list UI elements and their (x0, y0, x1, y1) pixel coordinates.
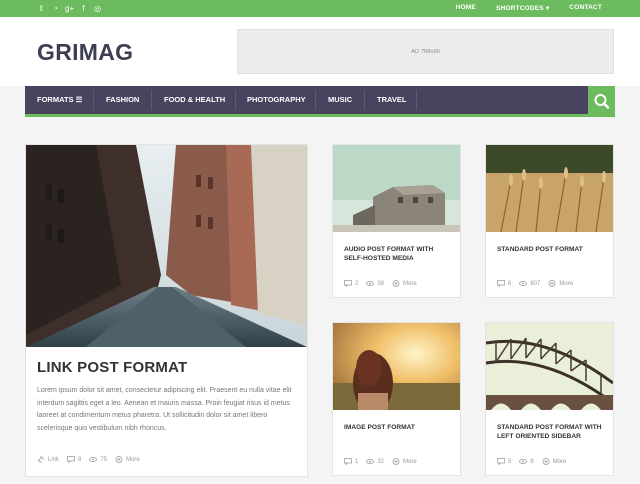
comment-count: 5 (508, 459, 512, 466)
top-nav-shortcodes[interactable]: SHORTCODES ▾ (496, 4, 549, 12)
top-nav: HOME SHORTCODES ▾ CONTACT (456, 4, 602, 12)
nav-item-music[interactable]: MUSIC (328, 86, 352, 114)
post-meta: 2 38 More (344, 280, 417, 288)
featured-post-title[interactable]: LINK POST FORMAT (37, 359, 187, 376)
post-title[interactable]: STANDARD POST FORMAT (497, 245, 605, 254)
featured-post-excerpt: Lorem ipsum dolor sit amet, consectetur … (37, 387, 292, 432)
view-count: 607 (530, 281, 541, 288)
more-link[interactable]: More (403, 459, 417, 465)
site-header: GRIMAG AD 768x90 (0, 17, 640, 86)
top-nav-home[interactable]: HOME (456, 4, 476, 12)
post-card[interactable]: STANDARD POST FORMAT 6 607 More (485, 144, 614, 298)
view-count: 32 (377, 459, 385, 466)
plus-circle-icon (392, 458, 400, 465)
eye-icon (519, 280, 528, 287)
nav-item-photography[interactable]: PHOTOGRAPHY (247, 86, 306, 114)
nav-divider (416, 90, 417, 110)
eye-icon (519, 458, 528, 465)
featured-post-meta: Link 8 75 More (37, 456, 140, 464)
more-link[interactable]: More (553, 459, 567, 465)
featured-post-card[interactable]: LINK POST FORMAT Lorem ipsum dolor sit a… (25, 144, 308, 477)
eye-icon (366, 280, 375, 287)
nav-item-travel[interactable]: TRAVEL (377, 86, 406, 114)
instagram-icon[interactable]: ◎ (93, 3, 102, 14)
featured-post-image[interactable] (26, 145, 307, 347)
search-icon (594, 94, 610, 109)
eye-icon (366, 458, 375, 465)
post-image-bridge[interactable] (486, 323, 613, 410)
ad-banner[interactable]: AD 768x90 (237, 29, 614, 74)
plus-circle-icon (542, 458, 550, 465)
post-title[interactable]: IMAGE POST FORMAT (344, 423, 452, 432)
post-card[interactable]: STANDARD POST FORMAT WITH LEFT ORIENTED … (485, 322, 614, 476)
comment-icon (344, 280, 352, 288)
post-title[interactable]: STANDARD POST FORMAT WITH LEFT ORIENTED … (497, 423, 609, 441)
more-link[interactable]: More (559, 281, 573, 287)
top-nav-contact[interactable]: CONTACT (569, 4, 602, 12)
post-card[interactable]: AUDIO POST FORMAT WITH SELF-HOSTED MEDIA… (332, 144, 461, 298)
post-title[interactable]: AUDIO POST FORMAT WITH SELF-HOSTED MEDIA (344, 245, 452, 263)
comment-count: 2 (355, 281, 359, 288)
post-meta: 5 9 More (497, 458, 567, 466)
view-count: 38 (377, 281, 385, 288)
comment-icon (344, 458, 352, 466)
post-card[interactable]: IMAGE POST FORMAT 1 32 More (332, 322, 461, 476)
google-plus-icon[interactable]: g+ (65, 3, 74, 14)
main-nav: FORMATS ☰ FASHION FOOD & HEALTH PHOTOGRA… (25, 86, 615, 117)
comment-count: 6 (508, 281, 512, 288)
nav-item-fashion[interactable]: FASHION (106, 86, 139, 114)
post-format-label[interactable]: Link (48, 457, 59, 463)
more-link[interactable]: More (403, 281, 417, 287)
more-link[interactable]: More (126, 457, 140, 463)
nav-divider (364, 90, 365, 110)
eye-icon (89, 456, 98, 463)
nav-divider (315, 90, 316, 110)
plus-circle-icon (392, 280, 400, 287)
comment-icon (497, 458, 505, 466)
nav-item-formats[interactable]: FORMATS ☰ (37, 86, 82, 114)
site-logo[interactable]: GRIMAG (37, 39, 133, 66)
plus-circle-icon (115, 456, 123, 463)
nav-item-food-health[interactable]: FOOD & HEALTH (164, 86, 225, 114)
post-image-building[interactable] (333, 145, 460, 232)
comment-icon (497, 280, 505, 288)
post-meta: 1 32 More (344, 458, 417, 466)
post-meta: 6 607 More (497, 280, 573, 288)
twitter-icon[interactable]: 𝕥 (37, 3, 46, 14)
view-count: 9 (530, 459, 534, 466)
post-image-wheat[interactable] (486, 145, 613, 232)
comment-count: 8 (78, 457, 82, 464)
comment-icon (67, 456, 75, 464)
plus-circle-icon (548, 280, 556, 287)
rss-icon[interactable]: ◔ (51, 3, 60, 14)
social-links: 𝕥 ◔ g+ f ◎ (37, 3, 102, 14)
link-icon (37, 456, 45, 463)
nav-divider (151, 90, 152, 110)
search-button[interactable] (588, 86, 615, 117)
facebook-icon[interactable]: f (79, 3, 88, 14)
nav-divider (93, 90, 94, 110)
view-count: 75 (100, 457, 108, 464)
top-bar: 𝕥 ◔ g+ f ◎ HOME SHORTCODES ▾ CONTACT (0, 0, 640, 17)
post-image-girl[interactable] (333, 323, 460, 410)
nav-divider (235, 90, 236, 110)
comment-count: 1 (355, 459, 359, 466)
